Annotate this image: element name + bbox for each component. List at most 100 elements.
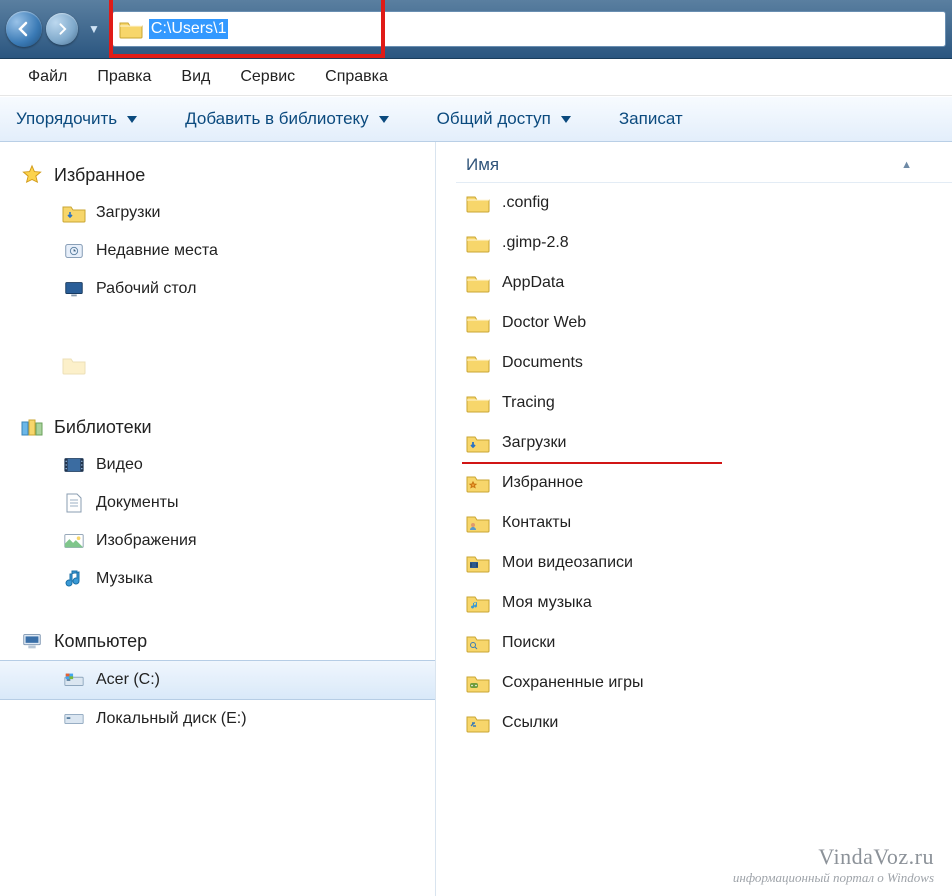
address-path[interactable]: C:\Users\1 (149, 19, 229, 39)
sidebar-item-label: Изображения (96, 532, 197, 550)
drive-icon (62, 707, 86, 731)
file-item[interactable]: Documents (456, 343, 952, 383)
recent-icon (62, 239, 86, 263)
sidebar-item-unknown2[interactable] (0, 346, 435, 384)
column-header-name[interactable]: Имя ▲ (456, 148, 952, 183)
file-item[interactable]: Мои видеозаписи (456, 543, 952, 583)
chevron-down-icon (561, 116, 571, 123)
file-name: Поиски (502, 634, 555, 652)
folder-star-icon (466, 471, 490, 495)
file-name: Избранное (502, 474, 583, 492)
folder-icon (62, 353, 86, 377)
folder-music-icon (466, 591, 490, 615)
file-name: Загрузки (502, 434, 566, 452)
file-item[interactable]: .config (456, 183, 952, 223)
sidebar-item-images[interactable]: Изображения (0, 522, 435, 560)
sidebar-item-label: Избранное (54, 165, 145, 186)
sidebar-item-drive-c[interactable]: Acer (C:) (0, 660, 435, 700)
sidebar-item-label: Библиотеки (54, 417, 152, 438)
music-icon (62, 567, 86, 591)
sidebar-item-downloads[interactable]: Загрузки (0, 194, 435, 232)
sort-indicator-icon: ▲ (901, 159, 912, 171)
folder-icon (466, 231, 490, 255)
folder-down-icon (466, 431, 490, 455)
folder-games-icon (466, 671, 490, 695)
sidebar-favorites[interactable]: Избранное (0, 156, 435, 194)
sidebar-item-video[interactable]: Видео (0, 446, 435, 484)
watermark: VindaVoz.ru информационный портал о Wind… (733, 844, 934, 886)
file-name: Контакты (502, 514, 571, 532)
sidebar-item-desktop[interactable]: Рабочий стол (0, 270, 435, 308)
file-name: Моя музыка (502, 594, 592, 612)
history-dropdown[interactable]: ▼ (82, 22, 106, 36)
file-item[interactable]: Поиски (456, 623, 952, 663)
chevron-down-icon (379, 116, 389, 123)
file-name: Doctor Web (502, 314, 586, 332)
menu-service[interactable]: Сервис (240, 68, 295, 86)
libraries-icon (20, 415, 44, 439)
sidebar-item-label: Acer (C:) (96, 671, 160, 689)
sidebar-item-label: Рабочий стол (96, 280, 196, 298)
menu-edit[interactable]: Правка (97, 68, 151, 86)
folder-contacts-icon (466, 511, 490, 535)
organize-button[interactable]: Упорядочить (16, 109, 137, 129)
file-name: .gimp-2.8 (502, 234, 569, 252)
file-item[interactable]: Doctor Web (456, 303, 952, 343)
folder-icon (466, 311, 490, 335)
folder-icon (466, 391, 490, 415)
folder-icon (466, 351, 490, 375)
sidebar-computer[interactable]: Компьютер (0, 622, 435, 660)
sidebar-item-label: Локальный диск (E:) (96, 710, 247, 728)
computer-icon (20, 629, 44, 653)
images-icon (62, 529, 86, 553)
file-item[interactable]: Избранное (456, 463, 952, 503)
sidebar-item-label: Компьютер (54, 631, 147, 652)
sidebar-item-label: Музыка (96, 570, 153, 588)
file-name: Мои видеозаписи (502, 554, 633, 572)
sidebar-item-label: Видео (96, 456, 143, 474)
folder-links-icon (466, 711, 490, 735)
file-item[interactable]: .gimp-2.8 (456, 223, 952, 263)
folder-icon (466, 191, 490, 215)
folder-video-icon (466, 551, 490, 575)
file-item[interactable]: Загрузки (456, 423, 952, 463)
navigation-tree: Избранное Загрузки Недавние места Рабочи… (0, 142, 436, 896)
menu-help[interactable]: Справка (325, 68, 388, 86)
folder-search-icon (466, 631, 490, 655)
back-button[interactable] (6, 11, 42, 47)
sidebar-item-recent[interactable]: Недавние места (0, 232, 435, 270)
share-button[interactable]: Общий доступ (437, 109, 571, 129)
file-item[interactable]: Tracing (456, 383, 952, 423)
sidebar-item-label: Документы (96, 494, 178, 512)
file-item[interactable]: Моя музыка (456, 583, 952, 623)
sidebar-libraries[interactable]: Библиотеки (0, 408, 435, 446)
toolbar: Упорядочить Добавить в библиотеку Общий … (0, 96, 952, 142)
chevron-down-icon (127, 116, 137, 123)
address-bar[interactable]: C:\Users\1 (112, 11, 946, 47)
menu-bar: Файл Правка Вид Сервис Справка (0, 59, 952, 96)
drive-win-icon (62, 668, 86, 692)
folder-icon (466, 271, 490, 295)
file-name: Сохраненные игры (502, 674, 644, 692)
file-list-pane: Имя ▲ .config .gimp-2.8 AppData Doctor Web D… (436, 142, 952, 896)
star-icon (20, 163, 44, 187)
sidebar-item-music[interactable]: Музыка (0, 560, 435, 598)
docs-icon (62, 491, 86, 515)
desktop-icon (62, 277, 86, 301)
navigation-bar: ▼ C:\Users\1 (0, 0, 952, 59)
sidebar-item-documents[interactable]: Документы (0, 484, 435, 522)
file-item[interactable]: Ссылки (456, 703, 952, 743)
add-to-library-button[interactable]: Добавить в библиотеку (185, 109, 389, 129)
forward-button[interactable] (46, 13, 78, 45)
sidebar-item-label: Загрузки (96, 204, 160, 222)
sidebar-item-drive-e[interactable]: Локальный диск (E:) (0, 700, 435, 738)
sidebar-item-unknown[interactable] (0, 308, 435, 346)
folder-down-icon (62, 201, 86, 225)
file-item[interactable]: Контакты (456, 503, 952, 543)
burn-button[interactable]: Записат (619, 109, 683, 129)
sidebar-item-label: Недавние места (96, 242, 218, 260)
file-item[interactable]: Сохраненные игры (456, 663, 952, 703)
menu-view[interactable]: Вид (181, 68, 210, 86)
file-item[interactable]: AppData (456, 263, 952, 303)
menu-file[interactable]: Файл (28, 68, 67, 86)
